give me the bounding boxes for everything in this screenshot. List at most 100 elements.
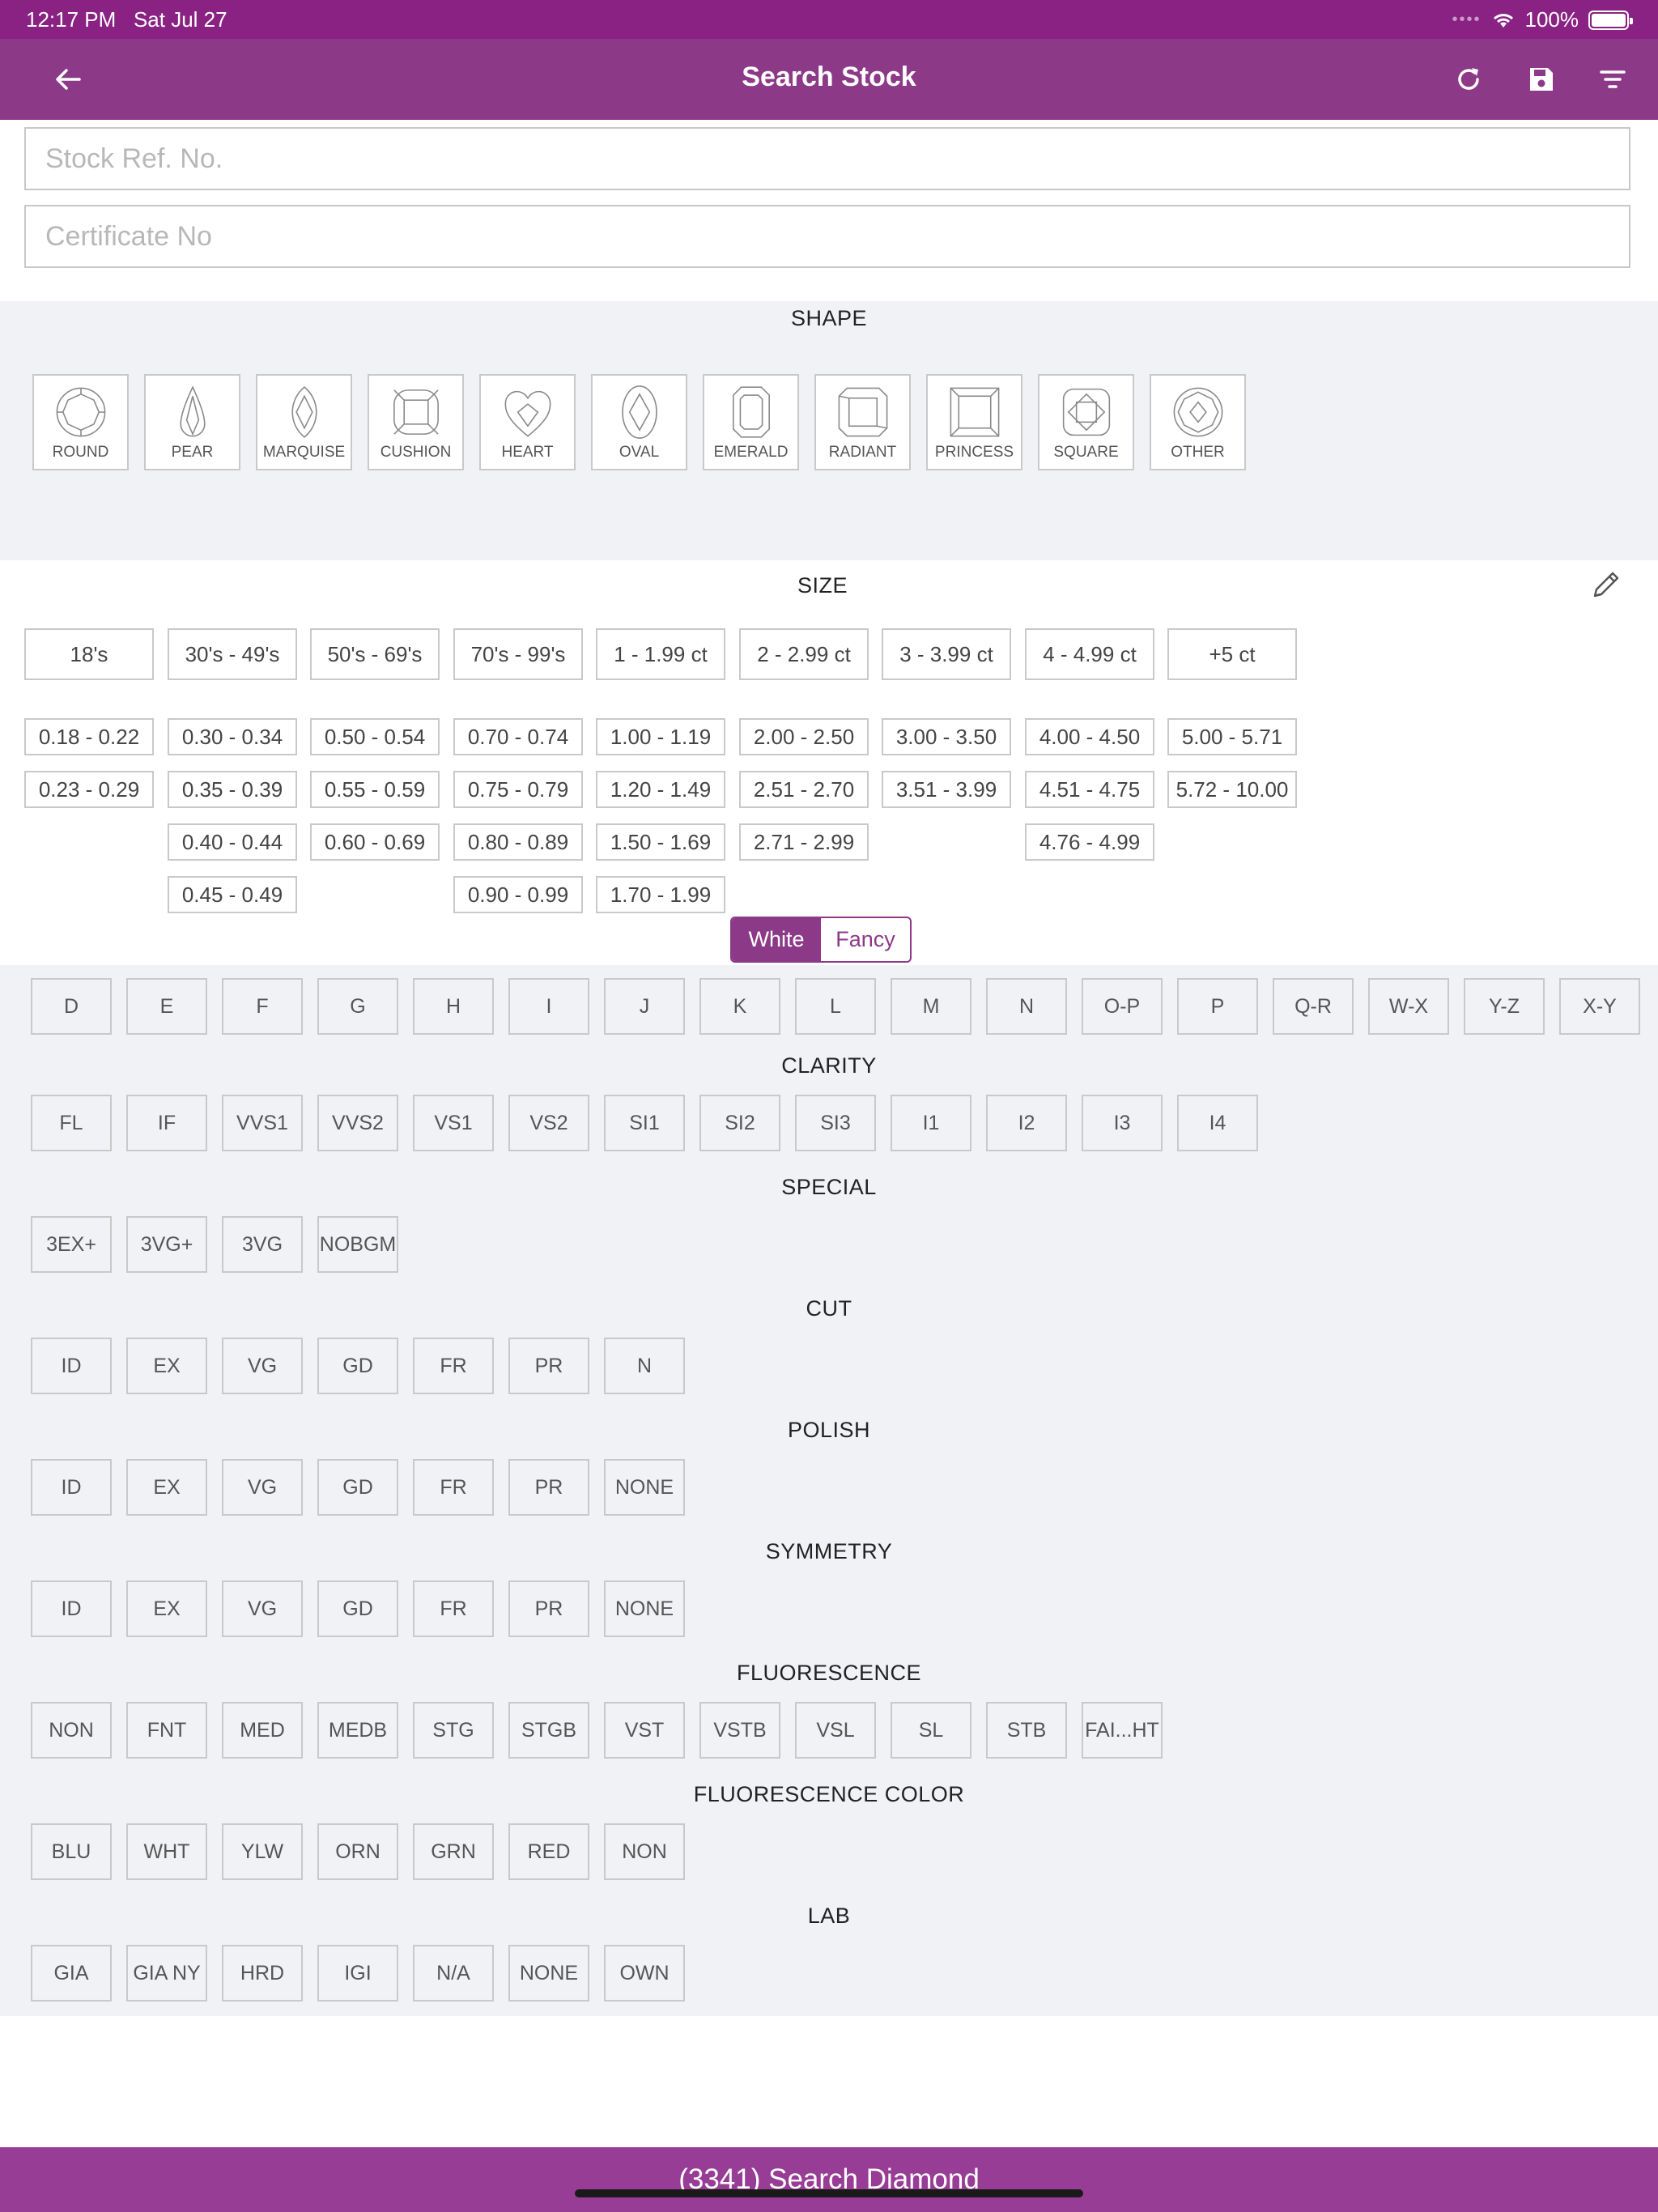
size-range-button[interactable]: 1.20 - 1.49: [596, 771, 725, 808]
shape-square[interactable]: SQUARE: [1038, 374, 1134, 470]
size-range-button[interactable]: 0.60 - 0.69: [310, 823, 440, 861]
lab-option[interactable]: HRD: [222, 1945, 303, 2001]
cut-option[interactable]: ID: [31, 1338, 112, 1394]
size-range-button[interactable]: 4.00 - 4.50: [1025, 718, 1154, 755]
clarity-option[interactable]: VVS1: [222, 1095, 303, 1151]
fluorescence-color-option[interactable]: RED: [508, 1823, 589, 1880]
size-range-button[interactable]: 0.35 - 0.39: [168, 771, 297, 808]
polish-option[interactable]: PR: [508, 1459, 589, 1516]
size-range-button[interactable]: 3.51 - 3.99: [882, 771, 1011, 808]
polish-option[interactable]: NONE: [604, 1459, 685, 1516]
size-range-button[interactable]: 0.50 - 0.54: [310, 718, 440, 755]
shape-radiant[interactable]: RADIANT: [814, 374, 911, 470]
clarity-option[interactable]: I1: [891, 1095, 971, 1151]
polish-option[interactable]: ID: [31, 1459, 112, 1516]
size-range-button[interactable]: 3.00 - 3.50: [882, 718, 1011, 755]
fluorescence-color-option[interactable]: YLW: [222, 1823, 303, 1880]
shape-other[interactable]: OTHER: [1150, 374, 1246, 470]
filter-button[interactable]: [1593, 60, 1632, 99]
symmetry-option[interactable]: ID: [31, 1580, 112, 1637]
shape-cushion[interactable]: CUSHION: [368, 374, 464, 470]
size-group-button[interactable]: 3 - 3.99 ct: [882, 628, 1011, 680]
clarity-option[interactable]: SI2: [699, 1095, 780, 1151]
fluorescence-option[interactable]: MED: [222, 1702, 303, 1759]
size-range-button[interactable]: 0.75 - 0.79: [453, 771, 583, 808]
clarity-option[interactable]: SI1: [604, 1095, 685, 1151]
shape-heart[interactable]: HEART: [479, 374, 576, 470]
cut-option[interactable]: N: [604, 1338, 685, 1394]
color-option[interactable]: P: [1177, 978, 1258, 1035]
size-range-button[interactable]: 0.80 - 0.89: [453, 823, 583, 861]
fluorescence-color-option[interactable]: NON: [604, 1823, 685, 1880]
size-group-button[interactable]: 50's - 69's: [310, 628, 440, 680]
size-range-button[interactable]: 5.72 - 10.00: [1167, 771, 1297, 808]
certificate-input[interactable]: [24, 205, 1630, 268]
color-option[interactable]: H: [413, 978, 494, 1035]
size-group-button[interactable]: 4 - 4.99 ct: [1025, 628, 1154, 680]
symmetry-option[interactable]: GD: [317, 1580, 398, 1637]
clarity-option[interactable]: I3: [1082, 1095, 1163, 1151]
clarity-option[interactable]: IF: [126, 1095, 207, 1151]
size-range-button[interactable]: 1.70 - 1.99: [596, 876, 725, 913]
size-range-button[interactable]: 0.23 - 0.29: [24, 771, 154, 808]
lab-option[interactable]: NONE: [508, 1945, 589, 2001]
color-option[interactable]: Y-Z: [1464, 978, 1545, 1035]
special-option[interactable]: 3VG+: [126, 1216, 207, 1273]
color-option[interactable]: D: [31, 978, 112, 1035]
size-range-button[interactable]: 0.40 - 0.44: [168, 823, 297, 861]
clarity-option[interactable]: I2: [986, 1095, 1067, 1151]
symmetry-option[interactable]: VG: [222, 1580, 303, 1637]
fluorescence-option[interactable]: STG: [413, 1702, 494, 1759]
size-range-button[interactable]: 2.00 - 2.50: [739, 718, 869, 755]
fluorescence-color-option[interactable]: GRN: [413, 1823, 494, 1880]
color-option[interactable]: L: [795, 978, 876, 1035]
clarity-option[interactable]: VS1: [413, 1095, 494, 1151]
shape-round[interactable]: ROUND: [32, 374, 129, 470]
color-option[interactable]: W-X: [1368, 978, 1449, 1035]
size-range-button[interactable]: 0.90 - 0.99: [453, 876, 583, 913]
size-range-button[interactable]: 2.51 - 2.70: [739, 771, 869, 808]
size-range-button[interactable]: 1.50 - 1.69: [596, 823, 725, 861]
size-range-button[interactable]: 0.70 - 0.74: [453, 718, 583, 755]
color-option[interactable]: J: [604, 978, 685, 1035]
fluorescence-option[interactable]: MEDB: [317, 1702, 398, 1759]
clarity-option[interactable]: VS2: [508, 1095, 589, 1151]
fluorescence-option[interactable]: VSTB: [699, 1702, 780, 1759]
lab-option[interactable]: GIA NY: [126, 1945, 207, 2001]
size-group-button[interactable]: 18's: [24, 628, 154, 680]
special-option[interactable]: 3VG: [222, 1216, 303, 1273]
size-range-button[interactable]: 4.51 - 4.75: [1025, 771, 1154, 808]
white-toggle-button[interactable]: White: [732, 918, 821, 961]
symmetry-option[interactable]: NONE: [604, 1580, 685, 1637]
special-option[interactable]: NOBGM: [317, 1216, 398, 1273]
clarity-option[interactable]: SI3: [795, 1095, 876, 1151]
fluorescence-option[interactable]: STGB: [508, 1702, 589, 1759]
symmetry-option[interactable]: EX: [126, 1580, 207, 1637]
color-option[interactable]: M: [891, 978, 971, 1035]
save-button[interactable]: [1522, 60, 1561, 99]
shape-emerald[interactable]: EMERALD: [703, 374, 799, 470]
clarity-option[interactable]: VVS2: [317, 1095, 398, 1151]
color-option[interactable]: K: [699, 978, 780, 1035]
size-range-button[interactable]: 0.18 - 0.22: [24, 718, 154, 755]
size-group-button[interactable]: 1 - 1.99 ct: [596, 628, 725, 680]
size-range-button[interactable]: 4.76 - 4.99: [1025, 823, 1154, 861]
cut-option[interactable]: VG: [222, 1338, 303, 1394]
fluorescence-option[interactable]: NON: [31, 1702, 112, 1759]
shape-oval[interactable]: OVAL: [591, 374, 687, 470]
shape-princess[interactable]: PRINCESS: [926, 374, 1022, 470]
symmetry-option[interactable]: PR: [508, 1580, 589, 1637]
size-group-button[interactable]: 70's - 99's: [453, 628, 583, 680]
cut-option[interactable]: GD: [317, 1338, 398, 1394]
fluorescence-option[interactable]: VST: [604, 1702, 685, 1759]
fluorescence-option[interactable]: FNT: [126, 1702, 207, 1759]
color-option[interactable]: N: [986, 978, 1067, 1035]
color-option[interactable]: O-P: [1082, 978, 1163, 1035]
size-group-button[interactable]: 30's - 49's: [168, 628, 297, 680]
size-range-button[interactable]: 0.30 - 0.34: [168, 718, 297, 755]
polish-option[interactable]: GD: [317, 1459, 398, 1516]
lab-option[interactable]: GIA: [31, 1945, 112, 2001]
color-option[interactable]: Q-R: [1273, 978, 1354, 1035]
polish-option[interactable]: FR: [413, 1459, 494, 1516]
cut-option[interactable]: PR: [508, 1338, 589, 1394]
